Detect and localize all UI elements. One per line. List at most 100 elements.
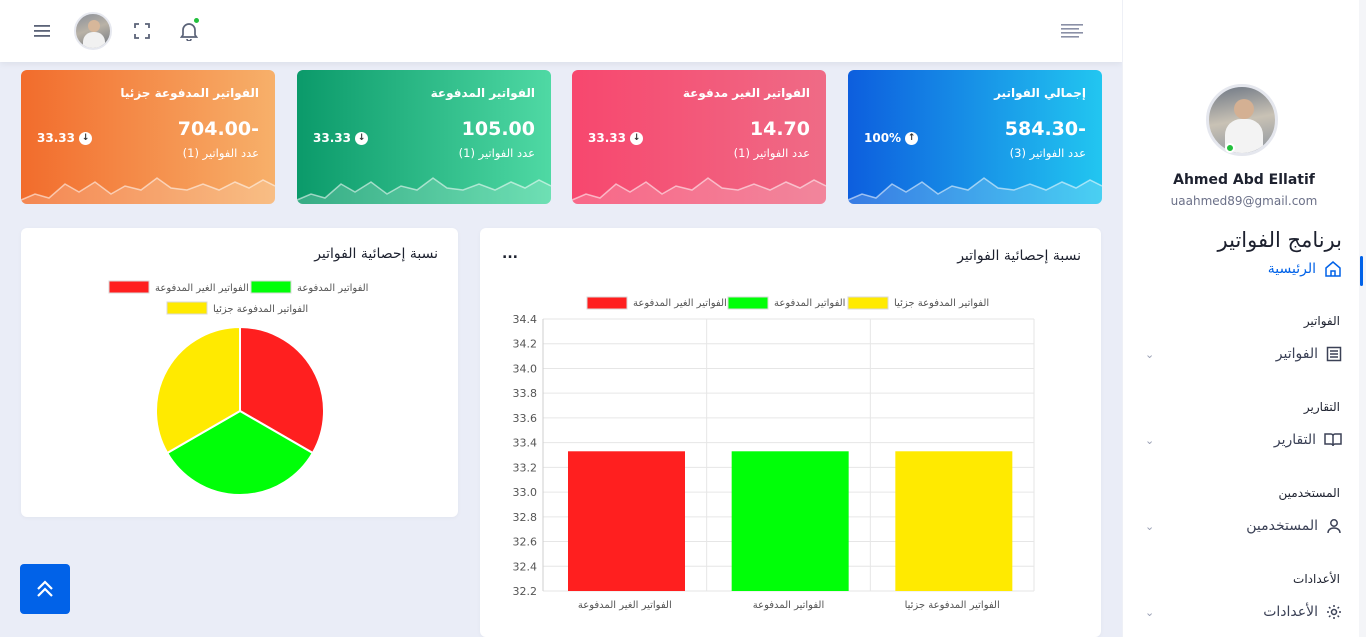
x-tick-label: الفواتير الغير المدفوعة <box>578 600 672 611</box>
sidebar-item-label: الفواتير <box>1275 346 1318 362</box>
online-status-dot <box>1225 143 1235 153</box>
scroll-top-button[interactable] <box>20 564 70 614</box>
sidebar-category-invoices: الفواتير <box>1303 314 1340 328</box>
percent-value: 33.33 <box>37 131 75 145</box>
sidebar-item-label: الرئيسية <box>1267 261 1316 277</box>
card-value: 105.00 <box>461 118 535 140</box>
sidebar-item-invoices[interactable]: الفواتير <box>1276 346 1342 362</box>
double-chevron-up-icon <box>37 580 53 597</box>
y-tick-label: 32.2 <box>513 585 538 598</box>
chevron-down-icon[interactable]: ⌄ <box>1145 434 1154 447</box>
menu-icon[interactable] <box>32 20 54 42</box>
y-tick-label: 33.6 <box>513 412 538 425</box>
sparkline-area <box>572 178 826 204</box>
legend-swatch <box>586 296 628 310</box>
home-icon <box>1325 261 1341 277</box>
arrow-down-icon: ↓ <box>629 131 643 145</box>
card-percent: 100% ↑ <box>864 131 919 145</box>
legend-label: الفواتير الغير المدفوعة <box>633 298 727 309</box>
sparkline-decoration <box>848 177 1102 204</box>
y-tick-label: 32.8 <box>513 511 538 524</box>
arrow-up-icon: ↑ <box>905 131 919 145</box>
sparkline-decoration <box>297 177 551 204</box>
top-header <box>0 0 1122 62</box>
legend-swatch <box>727 296 769 310</box>
card-title: الفواتير المدفوعة جزئيا <box>120 86 259 100</box>
legend-label: الفواتير المدفوعة <box>297 283 368 294</box>
legend-label: الفواتير الغير المدفوعة <box>155 283 249 294</box>
sparkline-decoration <box>572 177 826 204</box>
x-tick-label: الفواتير المدفوعة <box>753 600 824 611</box>
card-count: عدد الفواتير (1) <box>458 146 535 160</box>
pie-chart-panel: نسبة إحصائية الفواتير الفواتير الغير الم… <box>21 228 458 517</box>
percent-value: 33.33 <box>313 131 351 145</box>
card-count: عدد الفواتير (1) <box>733 146 810 160</box>
gear-icon <box>1327 605 1341 619</box>
sparkline-area <box>848 178 1102 204</box>
card-percent: 33.33 ↓ <box>588 131 643 145</box>
sidebar-item-reports[interactable]: التقارير <box>1274 432 1342 448</box>
y-tick-label: 32.6 <box>513 536 538 549</box>
bar <box>895 451 1013 591</box>
chevron-down-icon[interactable]: ⌄ <box>1145 520 1154 533</box>
bar-chart-panel: نسبة إحصائية الفواتير ... الفواتير الغير… <box>480 228 1101 637</box>
legend-label: الفواتير المدفوعة جزئيا <box>894 298 989 309</box>
card-value: 14.70 <box>749 118 810 140</box>
legend-swatch <box>166 301 208 315</box>
card-title: إجمالي الفواتير <box>994 86 1086 100</box>
fullscreen-icon[interactable] <box>132 21 152 41</box>
legend-swatch <box>250 280 292 294</box>
bar-chart: الفواتير الغير المدفوعة الفواتير المدفوعة… <box>513 296 1035 611</box>
card-value: 584.30- <box>1004 118 1086 140</box>
profile-name: Ahmed Abd Ellatif <box>1173 172 1315 188</box>
sidebar-scrollbar[interactable] <box>1359 0 1366 637</box>
y-tick-label: 32.4 <box>513 560 538 573</box>
y-tick-label: 33.8 <box>513 387 538 400</box>
card-title: الفواتير المدفوعة <box>430 86 535 100</box>
sidebar-category-settings: الأعدادات <box>1293 572 1340 586</box>
card-percent: 33.33 ↓ <box>37 131 92 145</box>
legend-swatch <box>108 280 150 294</box>
lines-icon[interactable] <box>1060 22 1084 40</box>
chevron-down-icon[interactable]: ⌄ <box>1145 606 1154 619</box>
legend-label: الفواتير المدفوعة جزئيا <box>213 304 308 315</box>
notification-dot <box>192 16 201 25</box>
sidebar-item-users[interactable]: المستخدمين <box>1246 518 1342 534</box>
card-count: عدد الفواتير (1) <box>182 146 259 160</box>
y-tick-label: 33.2 <box>513 461 538 474</box>
chevron-down-icon[interactable]: ⌄ <box>1145 348 1154 361</box>
invoice-icon <box>1326 346 1342 362</box>
arrow-down-icon: ↓ <box>354 131 368 145</box>
sidebar-item-label: الأعدادات <box>1263 604 1318 620</box>
sparkline-area <box>297 178 551 204</box>
legend-swatch <box>847 296 889 310</box>
sidebar-category-users: المستخدمين <box>1278 486 1340 500</box>
sidebar-item-home[interactable]: الرئيسية <box>1268 260 1342 278</box>
y-tick-label: 33.0 <box>513 486 538 499</box>
card-unpaid-invoices: الفواتير الغير مدفوعة 14.70 عدد الفواتير… <box>572 70 826 204</box>
card-value: 704.00- <box>177 118 259 140</box>
arrow-down-icon: ↓ <box>78 131 92 145</box>
card-partial-invoices: الفواتير المدفوعة جزئيا 704.00- عدد الفو… <box>21 70 275 204</box>
percent-value: 100% <box>864 131 902 145</box>
y-tick-label: 34.0 <box>513 362 538 375</box>
bar <box>568 451 685 591</box>
card-count: عدد الفواتير (3) <box>1009 146 1086 160</box>
profile-avatar[interactable] <box>1206 84 1278 156</box>
user-icon <box>1327 519 1341 534</box>
card-title: الفواتير الغير مدفوعة <box>682 86 810 100</box>
y-tick-label: 34.4 <box>513 313 538 326</box>
book-icon <box>1324 433 1342 447</box>
x-tick-label: الفواتير المدفوعة جزئيا <box>905 600 1000 611</box>
app-title: برنامج الفواتير <box>1217 228 1342 252</box>
sparkline-decoration <box>21 177 275 204</box>
profile-email: uaahmed89@gmail.com <box>1170 194 1318 208</box>
bar <box>731 451 849 591</box>
legend-label: الفواتير المدفوعة <box>774 298 845 309</box>
y-tick-label: 34.2 <box>513 338 538 351</box>
avatar[interactable] <box>74 12 112 50</box>
sidebar-item-settings[interactable]: الأعدادات <box>1263 604 1342 620</box>
pie-chart: الفواتير الغير المدفوعة الفواتير المدفوعة… <box>108 280 368 496</box>
card-total-invoices: إجمالي الفواتير 584.30- عدد الفواتير (3)… <box>848 70 1102 204</box>
sidebar-category-reports: التقارير <box>1303 400 1340 414</box>
